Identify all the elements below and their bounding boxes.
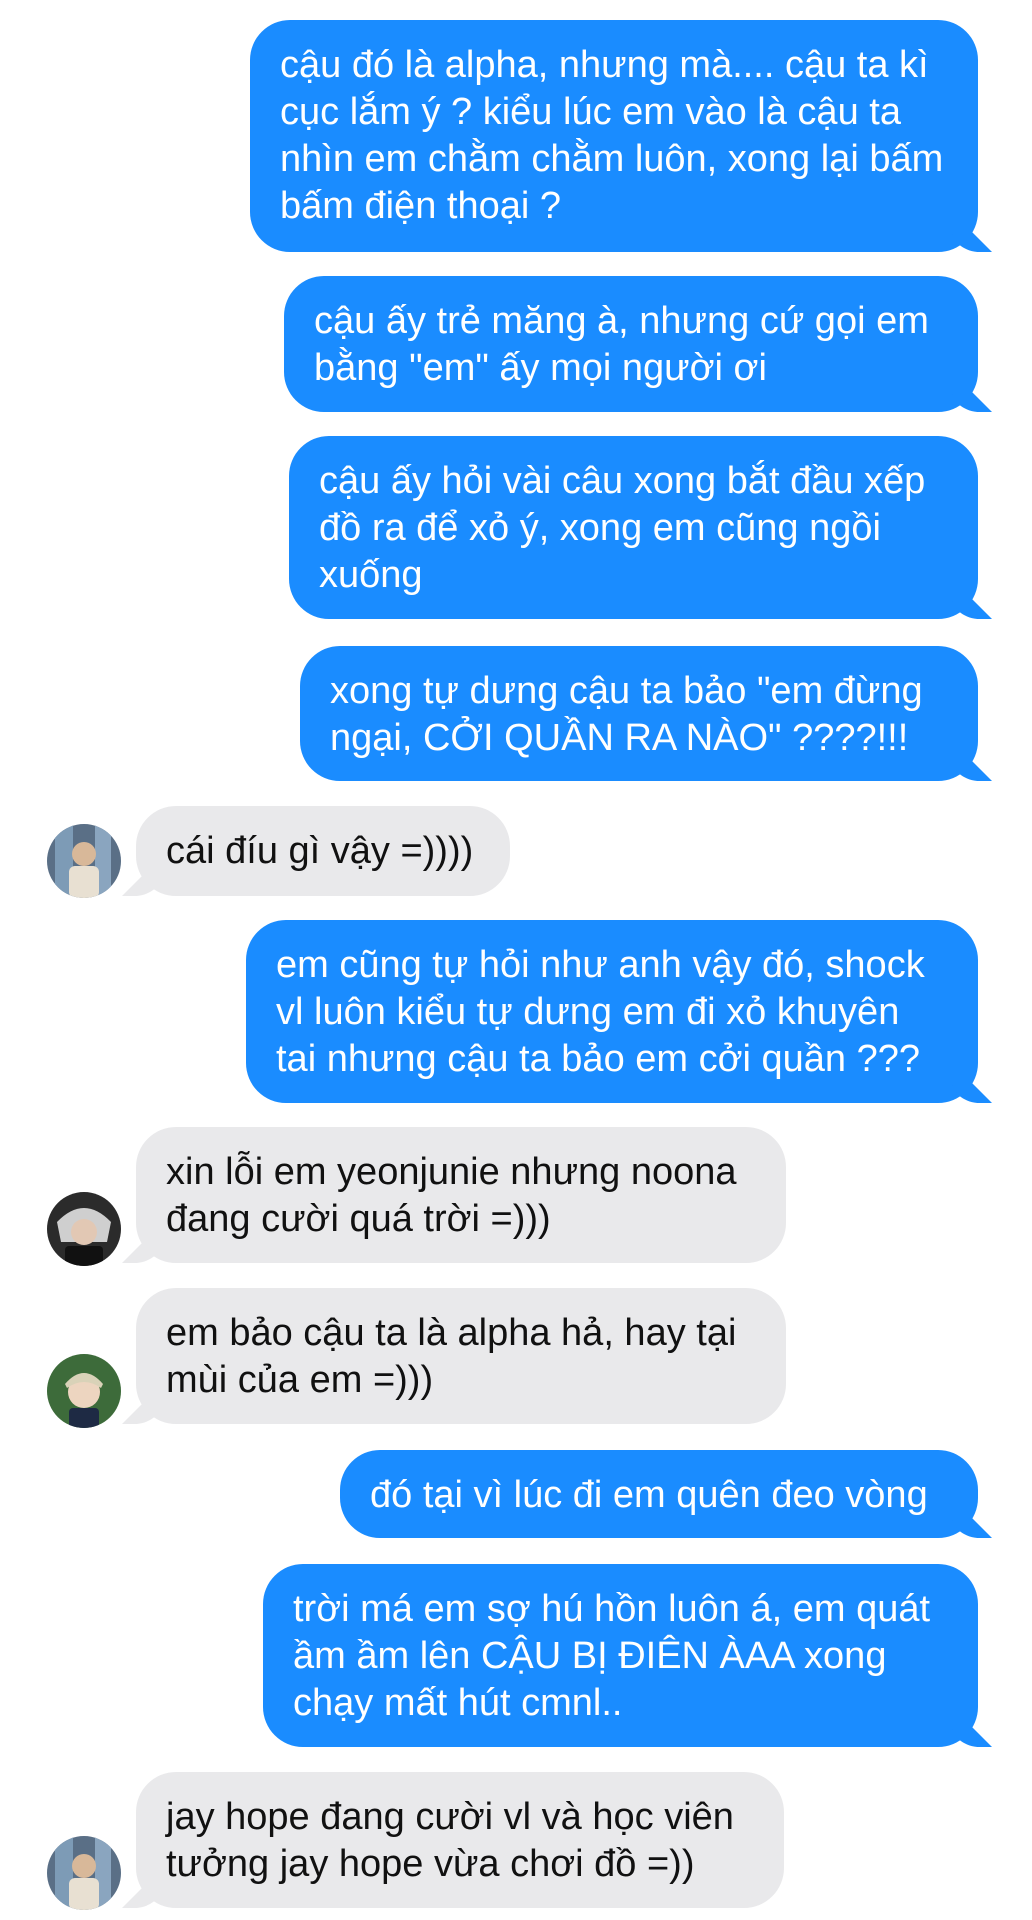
incoming-message-bubble[interactable]: xin lỗi em yeonjunie nhưng noona đang cư… <box>136 1127 786 1263</box>
contact-avatar[interactable] <box>47 1354 121 1428</box>
outgoing-message-bubble[interactable]: cậu đó là alpha, nhưng mà.... cậu ta kì … <box>250 20 978 252</box>
contact-avatar[interactable] <box>47 824 121 898</box>
outgoing-message-bubble[interactable]: xong tự dưng cậu ta bảo "em đừng ngại, C… <box>300 646 978 781</box>
contact-avatar[interactable] <box>47 1836 121 1910</box>
message-thread: cậu đó là alpha, nhưng mà.... cậu ta kì … <box>0 0 1032 1920</box>
outgoing-message-bubble[interactable]: cậu ấy hỏi vài câu xong bắt đầu xếp đồ r… <box>289 436 978 619</box>
contact-avatar[interactable] <box>47 1192 121 1266</box>
incoming-message-bubble[interactable]: em bảo cậu ta là alpha hả, hay tại mùi c… <box>136 1288 786 1424</box>
outgoing-message-bubble[interactable]: đó tại vì lúc đi em quên đeo vòng <box>340 1450 978 1538</box>
outgoing-message-bubble[interactable]: cậu ấy trẻ măng à, nhưng cứ gọi em bằng … <box>284 276 978 412</box>
incoming-message-bubble[interactable]: jay hope đang cười vl và học viên tưởng … <box>136 1772 784 1908</box>
incoming-message-bubble[interactable]: cái đíu gì vậy =)))) <box>136 806 510 896</box>
outgoing-message-bubble[interactable]: trời má em sợ hú hồn luôn á, em quát ầm … <box>263 1564 978 1747</box>
outgoing-message-bubble[interactable]: em cũng tự hỏi như anh vậy đó, shock vl … <box>246 920 978 1103</box>
